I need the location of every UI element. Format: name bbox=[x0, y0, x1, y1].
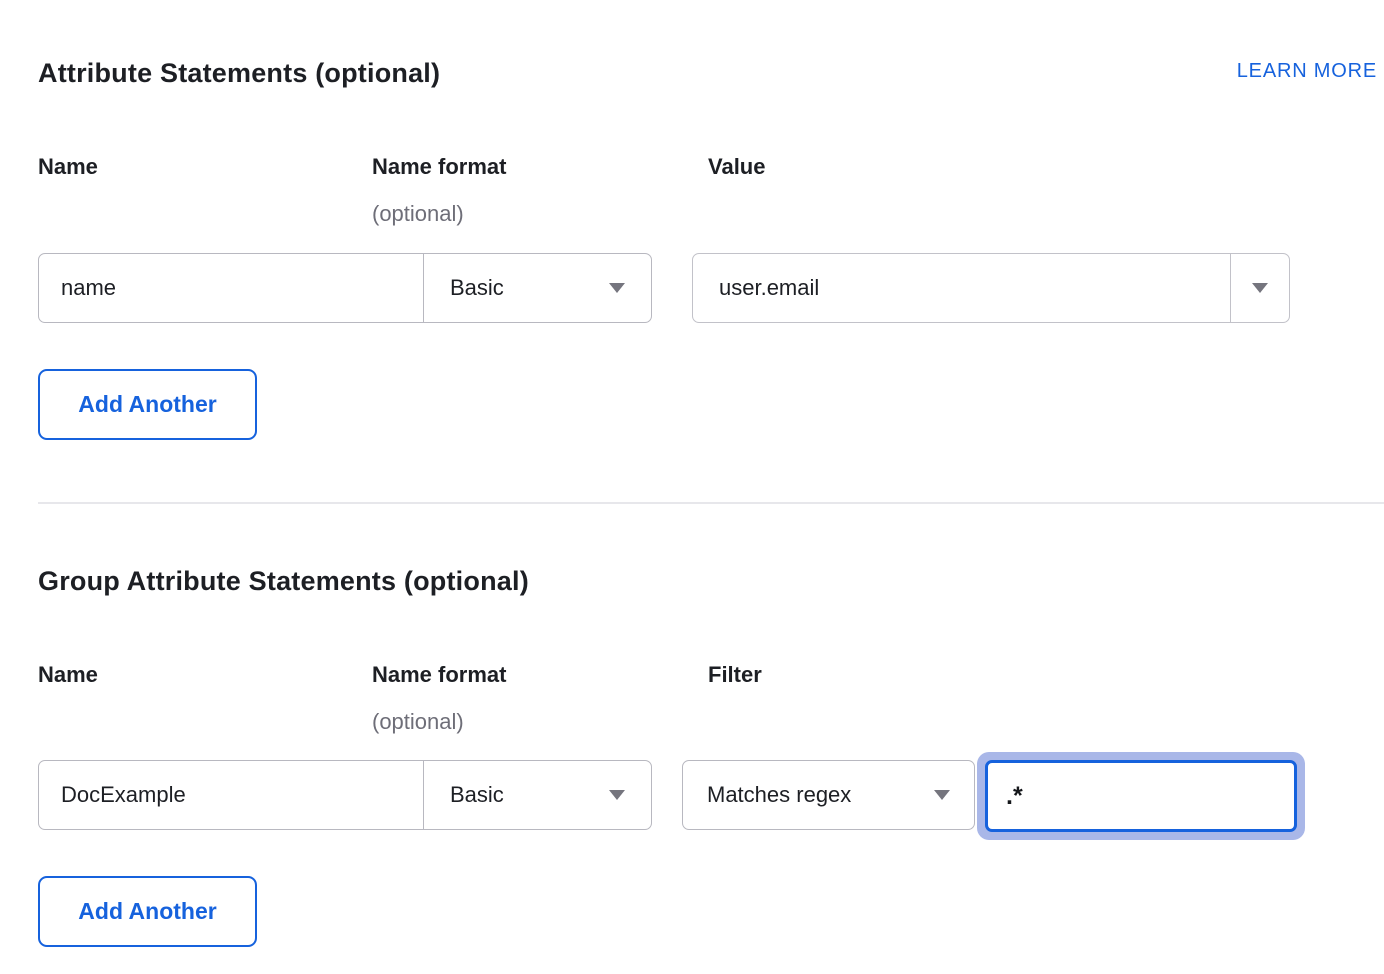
group-attribute-name-format-value: Basic bbox=[450, 782, 504, 808]
attribute-statements-title: Attribute Statements (optional) bbox=[38, 58, 440, 89]
group-attribute-name-group: Basic bbox=[38, 760, 652, 830]
group-column-header-filter: Filter bbox=[708, 662, 762, 688]
add-another-attribute-button[interactable]: Add Another bbox=[38, 369, 257, 440]
group-filter-value-focus-ring bbox=[977, 752, 1305, 840]
saml-settings-page: Attribute Statements (optional) LEARN MO… bbox=[0, 0, 1384, 974]
group-attribute-statements-title: Group Attribute Statements (optional) bbox=[38, 566, 529, 597]
attribute-name-input[interactable] bbox=[39, 254, 423, 322]
name-format-optional-note: (optional) bbox=[372, 201, 464, 227]
attribute-name-group: Basic bbox=[38, 253, 652, 323]
attribute-value-combobox bbox=[692, 253, 1290, 323]
group-name-format-optional-note: (optional) bbox=[372, 709, 464, 735]
chevron-down-icon bbox=[609, 790, 625, 800]
column-header-name: Name bbox=[38, 154, 98, 180]
chevron-down-icon bbox=[609, 283, 625, 293]
group-attribute-name-format-select[interactable]: Basic bbox=[423, 761, 651, 829]
attribute-value-input[interactable] bbox=[693, 254, 1230, 322]
group-column-header-name-format: Name format bbox=[372, 662, 506, 688]
group-filter-type-value: Matches regex bbox=[707, 782, 851, 808]
group-filter-value-input[interactable] bbox=[985, 760, 1297, 832]
attribute-name-format-select[interactable]: Basic bbox=[423, 254, 651, 322]
section-divider bbox=[38, 502, 1384, 504]
attribute-value-dropdown-button[interactable] bbox=[1230, 254, 1289, 322]
group-attribute-name-input[interactable] bbox=[39, 761, 423, 829]
learn-more-link[interactable]: LEARN MORE bbox=[1237, 60, 1377, 83]
group-column-header-name: Name bbox=[38, 662, 98, 688]
group-filter-type-select[interactable]: Matches regex bbox=[682, 760, 975, 830]
column-header-name-format: Name format bbox=[372, 154, 506, 180]
attribute-name-format-value: Basic bbox=[450, 275, 504, 301]
column-header-value: Value bbox=[708, 154, 765, 180]
add-another-group-attribute-button[interactable]: Add Another bbox=[38, 876, 257, 947]
chevron-down-icon bbox=[934, 790, 950, 800]
chevron-down-icon bbox=[1252, 283, 1268, 293]
